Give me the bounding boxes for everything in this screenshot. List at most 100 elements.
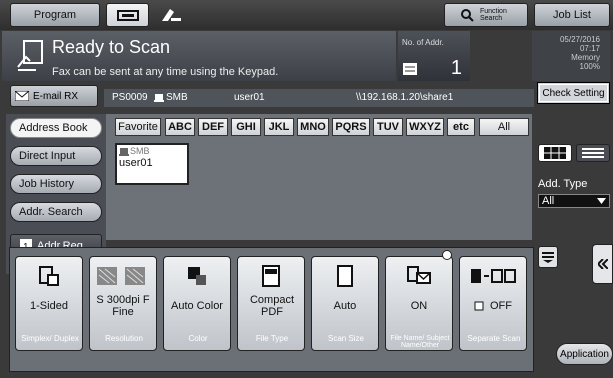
thumbnail-view-button[interactable]	[538, 144, 572, 162]
search-icon	[461, 9, 474, 22]
separate-scan-button[interactable]: OFF Separate Scan	[459, 256, 527, 351]
phone-off-hook-button[interactable]	[151, 3, 191, 27]
tab-label: TUV	[377, 121, 399, 133]
add-type-value: All	[542, 195, 555, 207]
entry-type: SMB	[130, 146, 150, 156]
simplex-duplex-button[interactable]: 1-Sided Simplex/ Duplex	[15, 256, 83, 351]
application-label: Application	[560, 348, 609, 360]
tab-tuv[interactable]: TUV	[373, 118, 403, 136]
tab-jkl[interactable]: JKL	[264, 118, 294, 136]
add-type-label: Add. Type	[538, 178, 588, 190]
color-caption: Color	[188, 334, 208, 343]
job-list-label: Job List	[553, 9, 591, 21]
tab-label: GHI	[236, 121, 256, 133]
scan-size-caption: Scan Size	[327, 334, 365, 343]
addr-count-panel: No. of Addr. 1	[398, 31, 470, 81]
scan-size-value: Auto	[333, 300, 357, 312]
function-search-button[interactable]: Function Search	[444, 3, 528, 27]
function-search-label: Function Search	[480, 8, 507, 22]
checkbox-icon	[474, 301, 484, 311]
resolution-caption: Resolution	[105, 334, 143, 343]
check-setting-label: Check Setting	[542, 87, 605, 99]
tab-label: Favorite	[118, 121, 158, 133]
list-view-button[interactable]	[576, 144, 610, 162]
separate-scan-icon	[469, 263, 517, 289]
job-history-label: Job History	[19, 178, 75, 190]
tab-label: PQRS	[335, 121, 367, 133]
scan-status-icon	[17, 40, 43, 71]
application-button[interactable]: Application	[556, 343, 613, 365]
scan-size-button[interactable]: Auto Scan Size	[311, 256, 379, 351]
addr-search-button[interactable]: Addr. Search	[10, 202, 102, 222]
entry-name: user01	[119, 157, 153, 169]
list-view-icon	[582, 148, 604, 158]
email-rx-label: E-mail RX	[33, 90, 79, 102]
simplex-icon	[36, 263, 62, 289]
separate-scan-value: OFF	[490, 300, 512, 312]
addr-count-value: 1	[450, 57, 462, 79]
file-type-button[interactable]: Compact PDF File Type	[237, 256, 305, 351]
side-panel-toggle[interactable]	[592, 244, 613, 284]
settings-toolbar: 1-Sided Simplex/ Duplex S 300dpi F Fine …	[9, 247, 534, 372]
tab-all[interactable]: All	[479, 118, 529, 136]
color-value: Auto Color	[171, 300, 223, 312]
menu-button[interactable]	[538, 246, 558, 268]
top-bar: Program Function Search Job List	[0, 0, 613, 30]
tab-favorite[interactable]: Favorite	[115, 118, 161, 136]
chevron-down-icon	[597, 198, 606, 204]
list-icon	[403, 63, 417, 75]
grid-view-icon	[544, 147, 566, 159]
handset-icon	[162, 9, 181, 21]
tab-ghi[interactable]: GHI	[231, 118, 261, 136]
destination-id: PS0009	[112, 92, 148, 103]
file-name-button[interactable]: ON File Name/ Subject Name/Other	[385, 256, 453, 351]
resolution-icon	[95, 263, 151, 289]
tab-label: ABC	[168, 121, 192, 133]
address-book-button[interactable]: Address Book	[10, 118, 102, 138]
separate-scan-caption: Separate Scan	[467, 334, 521, 343]
simplex-caption: Simplex/ Duplex	[21, 334, 79, 343]
color-button[interactable]: Auto Color Color	[163, 256, 231, 351]
tab-abc[interactable]: ABC	[165, 118, 195, 136]
file-type-caption: File Type	[255, 334, 289, 343]
job-history-button[interactable]: Job History	[10, 174, 102, 194]
tab-wxyz[interactable]: WXYZ	[406, 118, 444, 136]
address-entry[interactable]: SMB user01	[115, 143, 189, 185]
tab-label: All	[497, 121, 511, 133]
program-button[interactable]: Program	[10, 3, 100, 27]
tab-etc[interactable]: etc	[447, 118, 475, 136]
tab-label: DEF	[202, 121, 224, 133]
separate-scan-value-row: OFF	[460, 300, 526, 312]
job-list-button[interactable]: Job List	[534, 3, 610, 27]
addr-search-label: Addr. Search	[19, 206, 83, 218]
file-name-value: ON	[410, 300, 428, 312]
right-column: Add. Type All	[536, 108, 613, 378]
tab-def[interactable]: DEF	[198, 118, 228, 136]
direct-input-button[interactable]: Direct Input	[10, 146, 102, 166]
phone-on-hook-button[interactable]	[106, 3, 149, 27]
time-text: 07:17	[579, 44, 600, 53]
destination-bar[interactable]: PS0009 SMB user01 \\192.168.1.20\share1	[104, 89, 534, 107]
status-message: Fax can be sent at any time using the Ke…	[52, 66, 279, 78]
tab-pqrs[interactable]: PQRS	[332, 118, 370, 136]
file-type-value: Compact PDF	[249, 294, 295, 318]
destination-path: \\192.168.1.20\share1	[356, 92, 454, 103]
tab-label: JKL	[268, 121, 290, 133]
memory-label: Memory	[571, 53, 600, 62]
direct-input-label: Direct Input	[19, 150, 76, 162]
email-icon	[406, 263, 432, 289]
status-title: Ready to Scan	[52, 37, 171, 57]
menu-icon	[542, 252, 554, 263]
index-tabs: Favorite ABC DEF GHI JKL MNO PQRS TUV WX…	[115, 118, 531, 138]
resolution-button[interactable]: S 300dpi F Fine Resolution	[89, 256, 157, 351]
date-text: 05/27/2016	[559, 35, 600, 44]
address-book-label: Address Book	[19, 122, 88, 134]
tab-mno[interactable]: MNO	[297, 118, 329, 136]
tab-label: etc	[453, 121, 469, 133]
double-chevron-left-icon	[597, 259, 608, 269]
file-name-caption: File Name/ Subject Name/Other	[390, 335, 450, 349]
pdf-icon	[258, 263, 284, 289]
add-type-select[interactable]: All	[538, 194, 610, 208]
email-rx-button[interactable]: E-mail RX	[10, 85, 98, 107]
check-setting-button[interactable]: Check Setting	[537, 82, 610, 104]
